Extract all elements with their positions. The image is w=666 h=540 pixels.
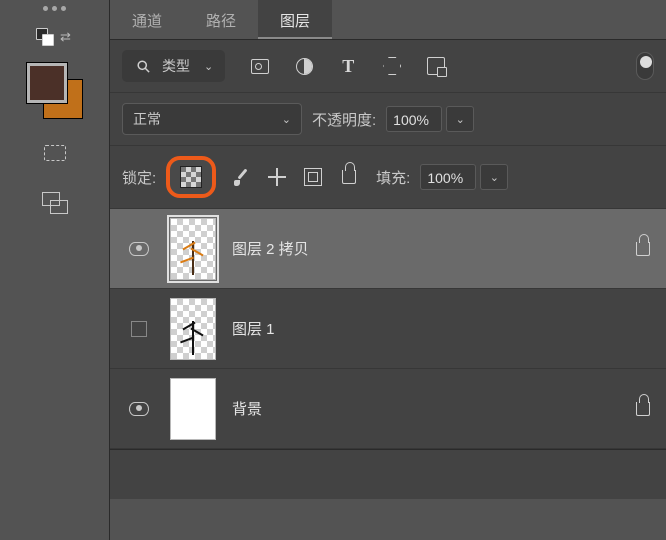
visibility-eye-icon[interactable] [129, 402, 149, 416]
filter-smartobject-icon[interactable] [425, 55, 447, 77]
layer-thumbnail[interactable] [170, 218, 216, 280]
blend-mode-value: 正常 [133, 109, 161, 129]
lock-label: 锁定: [122, 167, 156, 188]
search-icon [132, 55, 154, 77]
panel-tabs: 通道 路径 图层 [110, 0, 666, 40]
blend-mode-select[interactable]: 正常 ⌄ [122, 103, 302, 135]
layer-name[interactable]: 图层 1 [232, 318, 618, 339]
tab-channels[interactable]: 通道 [110, 0, 184, 39]
layer-filter-type[interactable]: 类型 ⌄ [122, 50, 225, 82]
layer-thumbnail[interactable] [170, 298, 216, 360]
lock-artboard-icon[interactable] [302, 166, 324, 188]
screenmode-tool[interactable] [37, 187, 73, 219]
filter-shape-icon[interactable] [381, 55, 403, 77]
lock-icon [636, 242, 650, 256]
chevron-down-icon: ⌄ [282, 113, 291, 126]
default-colors-icon[interactable] [38, 30, 52, 44]
layer-thumbnail[interactable] [170, 378, 216, 440]
filter-adjustment-icon[interactable] [293, 55, 315, 77]
swap-colors-icon[interactable]: ⇄ [60, 29, 71, 45]
lock-transparency-icon[interactable] [180, 166, 202, 188]
chevron-down-icon: ⌄ [490, 171, 499, 184]
filter-type-icon[interactable]: T [337, 55, 359, 77]
color-swatches[interactable] [27, 63, 83, 119]
lock-icon [636, 402, 650, 416]
layer-row[interactable]: 图层 2 拷贝 [110, 209, 666, 289]
layer-name[interactable]: 背景 [232, 398, 618, 419]
layer-row[interactable]: 图层 1 [110, 289, 666, 369]
chevron-down-icon: ⌄ [456, 113, 465, 126]
tools-sidebar: ⇄ [0, 0, 110, 540]
fill-input[interactable]: 100% [420, 164, 476, 190]
panel-grip-icon[interactable] [43, 6, 66, 11]
layer-name[interactable]: 图层 2 拷贝 [232, 238, 618, 259]
panel-footer [110, 449, 666, 499]
tab-layers[interactable]: 图层 [258, 0, 332, 39]
opacity-label: 不透明度: [312, 109, 376, 130]
layer-row[interactable]: 背景 [110, 369, 666, 449]
opacity-dropdown[interactable]: ⌄ [446, 106, 474, 132]
lock-all-icon[interactable] [338, 166, 360, 188]
fill-label: 填充: [376, 167, 410, 188]
foreground-color-swatch[interactable] [27, 63, 67, 103]
fill-dropdown[interactable]: ⌄ [480, 164, 508, 190]
opacity-input[interactable]: 100% [386, 106, 442, 132]
quickmask-tool[interactable] [37, 137, 73, 169]
visibility-eye-icon[interactable] [129, 242, 149, 256]
filter-pixel-icon[interactable] [249, 55, 271, 77]
lock-pixels-icon[interactable] [230, 166, 252, 188]
visibility-off-icon[interactable] [131, 321, 147, 337]
layers-list: 图层 2 拷贝 图层 1 背景 [110, 209, 666, 449]
filter-toggle[interactable] [636, 52, 654, 80]
callout-highlight [166, 156, 216, 198]
layer-filter-label: 类型 [162, 56, 190, 76]
lock-position-icon[interactable] [266, 166, 288, 188]
chevron-down-icon: ⌄ [204, 60, 213, 73]
tab-paths[interactable]: 路径 [184, 0, 258, 39]
